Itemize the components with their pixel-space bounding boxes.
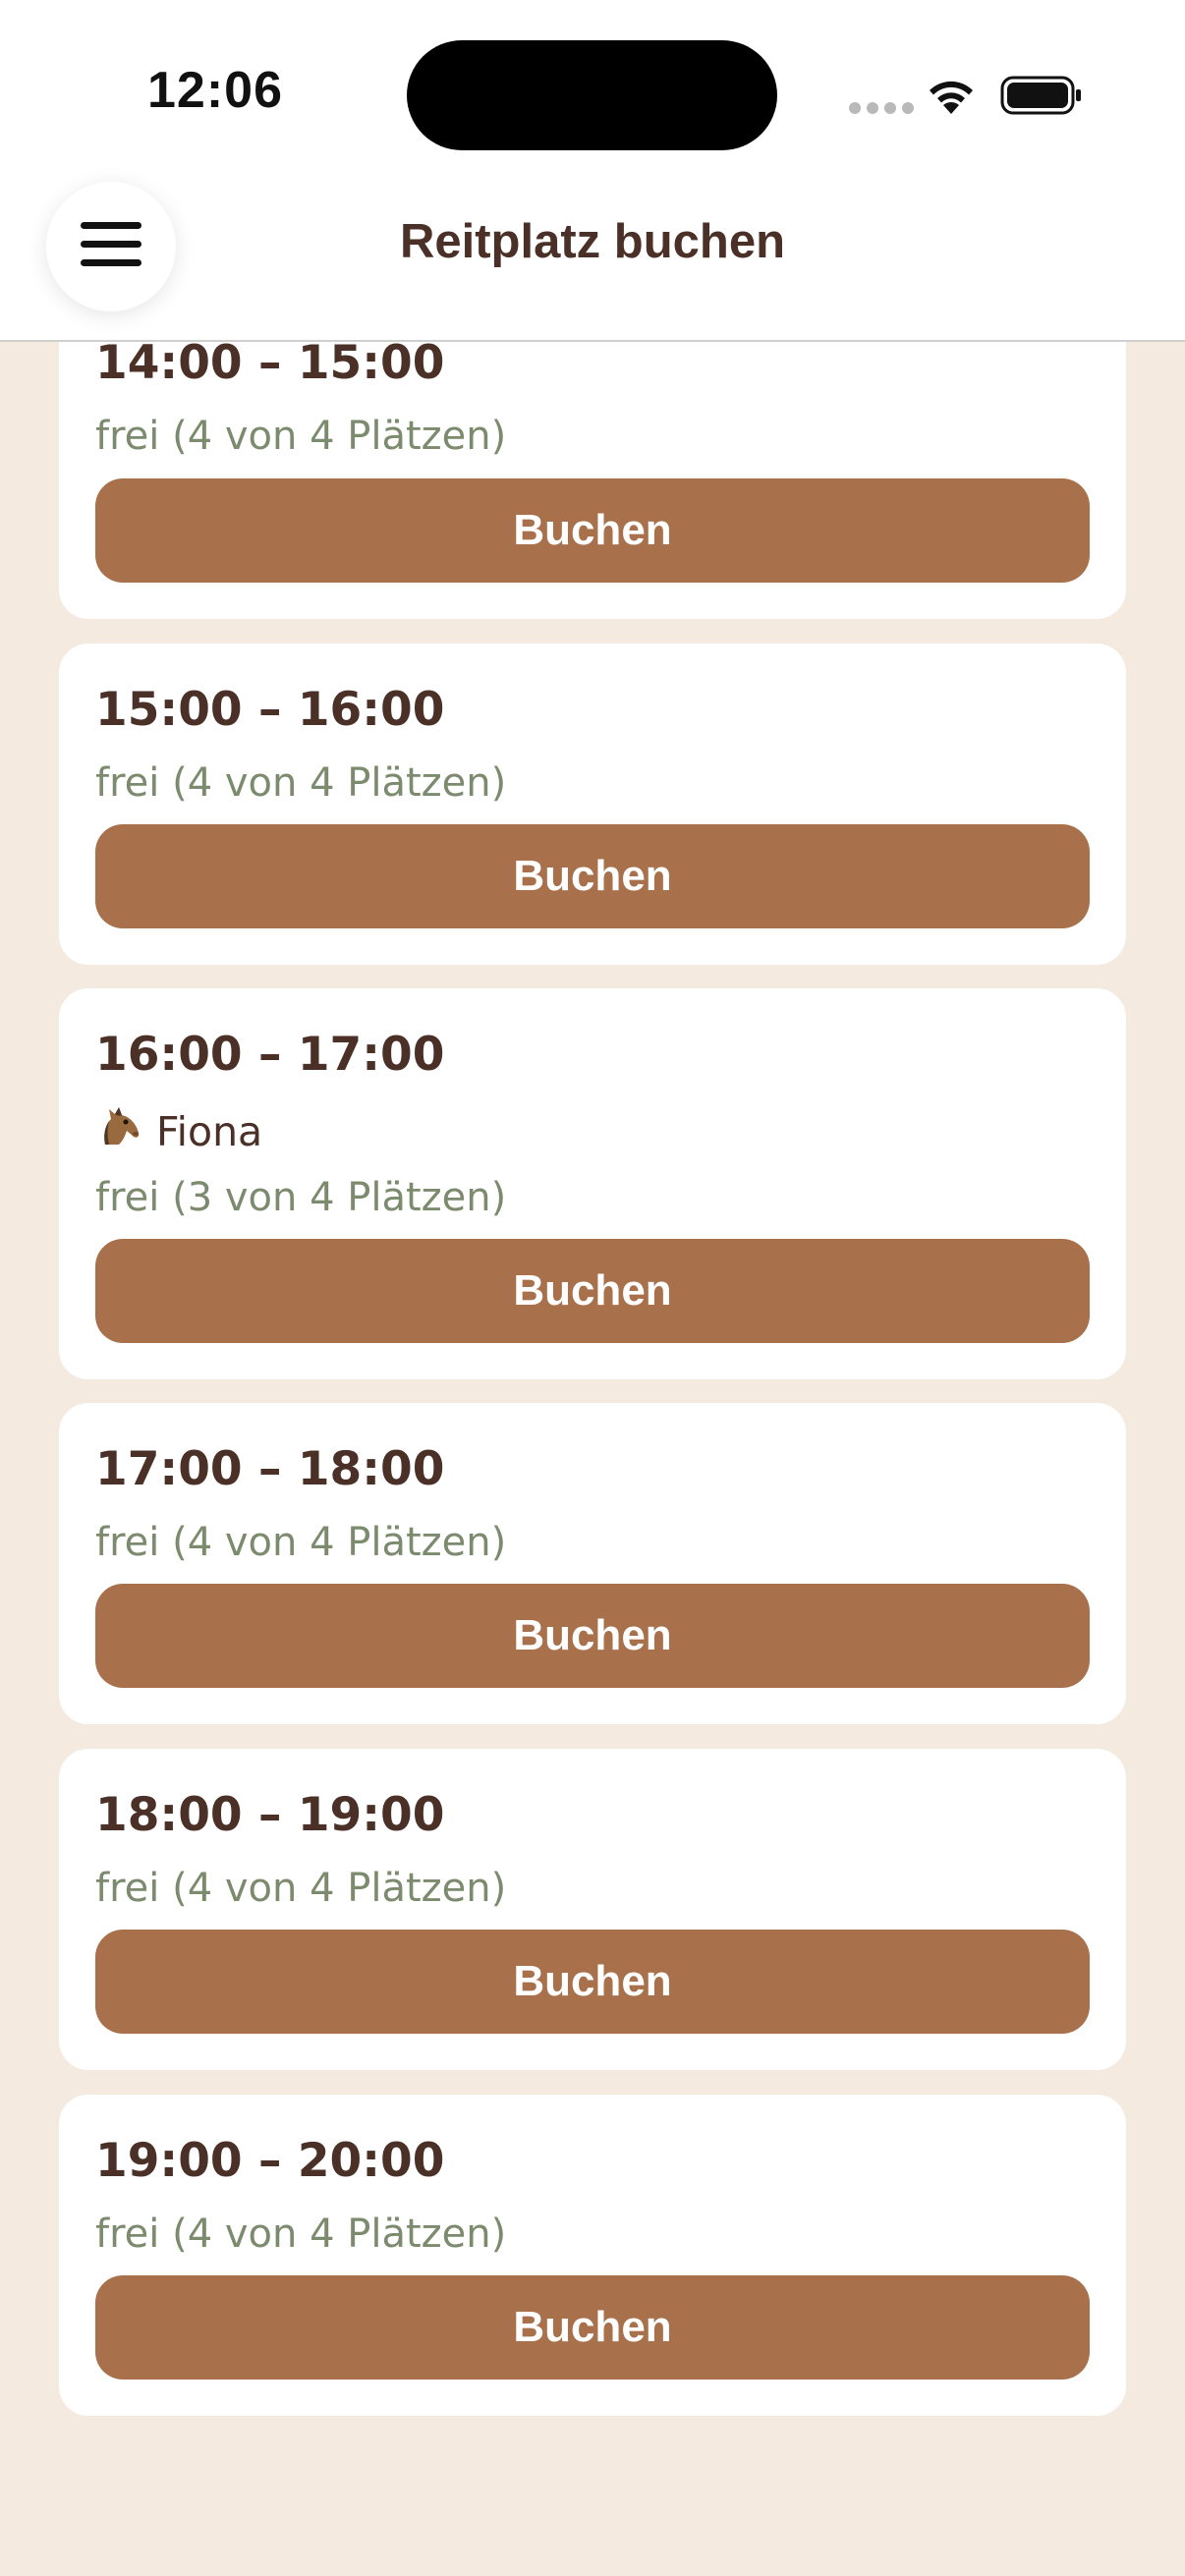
slot-card: 16:00 – 17:00 Fiona frei (3 von 4 Plätze… <box>59 988 1126 1379</box>
book-button[interactable]: Buchen <box>95 1930 1090 2034</box>
battery-icon <box>1000 75 1083 120</box>
horse-name: Fiona <box>156 1108 263 1155</box>
slot-availability: frei (3 von 4 Plätzen) <box>95 1175 507 1220</box>
book-button[interactable]: Buchen <box>95 824 1090 928</box>
slot-card: 17:00 – 18:00 frei (4 von 4 Plätzen) Buc… <box>59 1403 1126 1724</box>
book-button[interactable]: Buchen <box>95 2275 1090 2380</box>
wifi-icon <box>924 75 979 120</box>
slot-card: 18:00 – 19:00 frei (4 von 4 Plätzen) Buc… <box>59 1749 1126 2070</box>
book-button[interactable]: Buchen <box>95 1239 1090 1343</box>
status-time: 12:06 <box>147 62 283 119</box>
slot-availability: frei (4 von 4 Plätzen) <box>95 414 507 459</box>
cellular-signal-icon <box>849 102 914 114</box>
slot-time: 16:00 – 17:00 <box>95 1028 445 1082</box>
slot-availability: frei (4 von 4 Plätzen) <box>95 760 507 806</box>
slot-list: 14:00 – 15:00 frei (4 von 4 Plätzen) Buc… <box>0 0 1185 2576</box>
book-button[interactable]: Buchen <box>95 478 1090 583</box>
slot-card: 15:00 – 16:00 frei (4 von 4 Plätzen) Buc… <box>59 644 1126 965</box>
app-header: 12:06 Reitplatz buchen <box>0 0 1185 342</box>
slot-availability: frei (4 von 4 Plätzen) <box>95 1866 507 1911</box>
slot-time: 17:00 – 18:00 <box>95 1442 445 1496</box>
horse-icon <box>95 1101 144 1162</box>
slot-card: 14:00 – 15:00 frei (4 von 4 Plätzen) Buc… <box>59 295 1126 619</box>
page-title: Reitplatz buchen <box>399 215 786 268</box>
slot-availability: frei (4 von 4 Plätzen) <box>95 2212 507 2257</box>
slot-card: 19:00 – 20:00 frei (4 von 4 Plätzen) Buc… <box>59 2095 1126 2416</box>
slot-time: 15:00 – 16:00 <box>95 683 445 737</box>
slot-time: 14:00 – 15:00 <box>95 336 445 390</box>
dynamic-island <box>407 40 777 150</box>
slot-availability: frei (4 von 4 Plätzen) <box>95 1520 507 1565</box>
booked-horse: Fiona <box>95 1101 262 1162</box>
slot-time: 18:00 – 19:00 <box>95 1788 445 1842</box>
slot-time: 19:00 – 20:00 <box>95 2134 445 2188</box>
book-button[interactable]: Buchen <box>95 1584 1090 1688</box>
